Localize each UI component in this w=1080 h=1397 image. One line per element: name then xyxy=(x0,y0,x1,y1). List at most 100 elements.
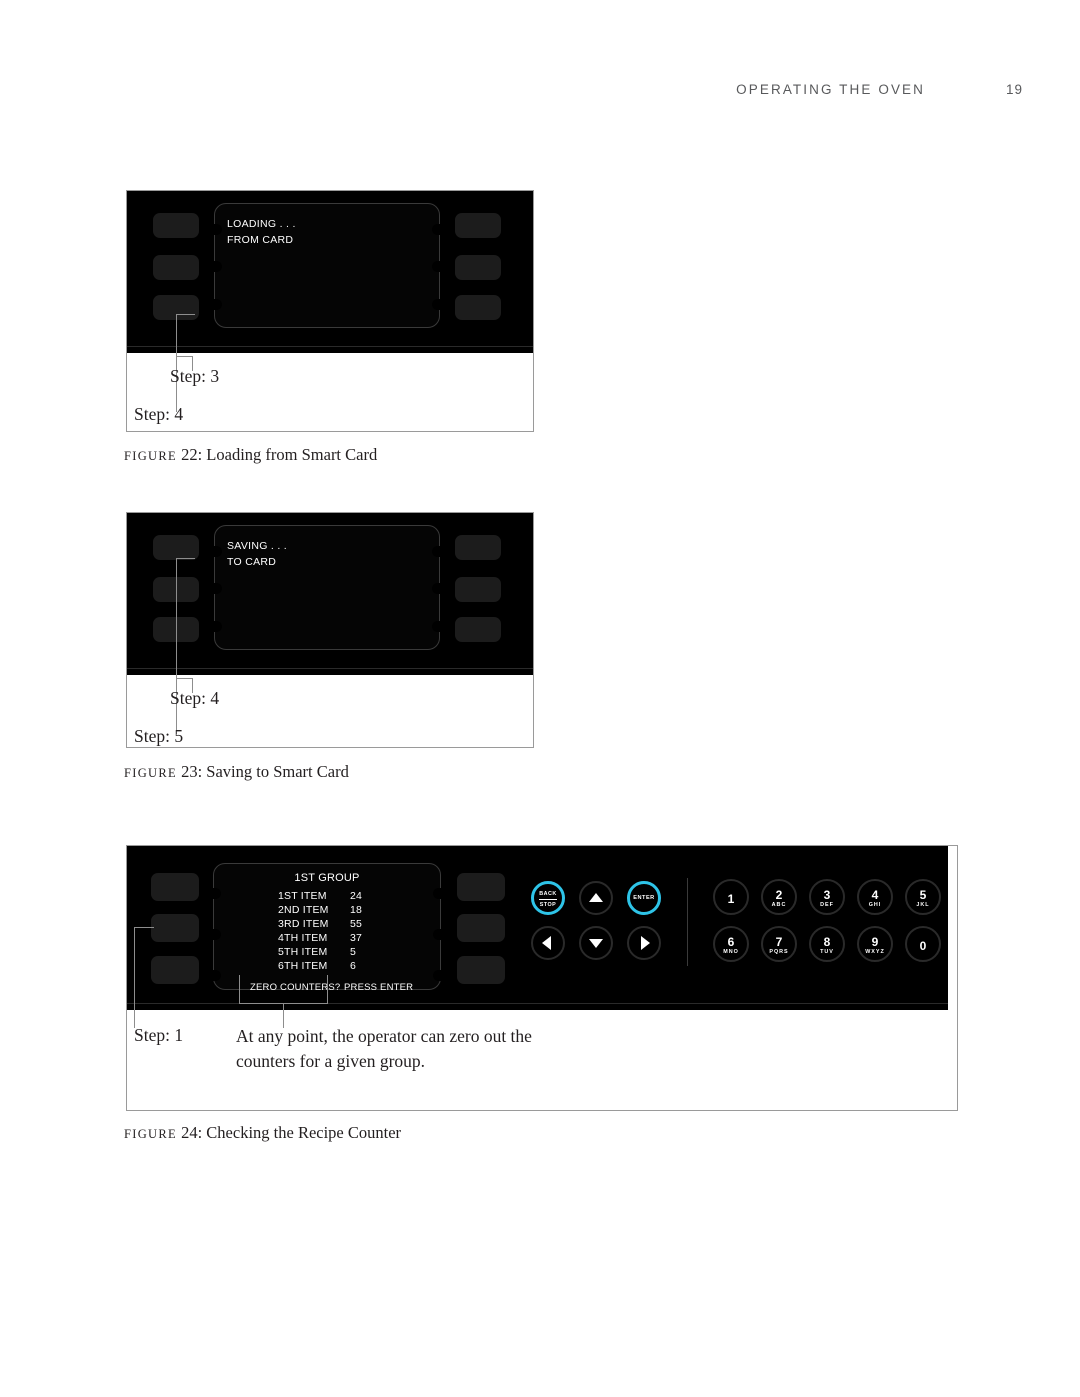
caption-prefix: FIGURE xyxy=(124,766,177,780)
softkey-left-2[interactable] xyxy=(153,255,199,280)
leader-line-step3-vertical xyxy=(176,314,177,412)
page-title: OPERATING THE OVEN xyxy=(736,82,925,97)
softkey-right-2[interactable] xyxy=(455,577,501,602)
counter-value: 5 xyxy=(350,946,357,958)
keypad-key-3[interactable]: 3 DEF xyxy=(809,879,845,915)
back-label: BACK xyxy=(539,891,557,897)
display-notch-right-1 xyxy=(433,888,441,899)
back-stop-divider xyxy=(539,899,557,900)
key-letters: TUV xyxy=(820,949,834,955)
display-notch-left-1 xyxy=(213,888,221,899)
softkey-right-1[interactable] xyxy=(455,213,501,238)
arrow-right-button[interactable] xyxy=(627,926,661,960)
display-notch-right-2 xyxy=(432,583,440,594)
figure-23: SAVING . . . TO CARD Step: 4 Step: 5 FIG… xyxy=(124,512,534,781)
figure-22-display: LOADING . . . FROM CARD xyxy=(214,203,440,328)
keypad-key-0[interactable]: 0 xyxy=(905,926,941,962)
keypad-key-8[interactable]: 8 TUV xyxy=(809,926,845,962)
leader-line-step5-horizontal xyxy=(176,678,193,679)
softkey-right-3[interactable] xyxy=(455,617,501,642)
page-number: 19 xyxy=(1006,82,1024,97)
leader-bracket-left xyxy=(239,975,240,1004)
counter-label: 6TH ITEM xyxy=(278,960,328,972)
key-letters: DEF xyxy=(820,902,834,908)
softkey-right-2[interactable] xyxy=(457,914,505,942)
leader-line-step1-vertical xyxy=(134,927,135,1028)
arrow-down-button[interactable] xyxy=(579,926,613,960)
key-number: 0 xyxy=(919,939,927,953)
counter-value: 37 xyxy=(350,932,363,944)
figure-22: LOADING . . . FROM CARD Step: 3 Step: 4 … xyxy=(124,190,534,464)
softkey-right-3[interactable] xyxy=(457,956,505,984)
key-number: 7 xyxy=(775,935,783,949)
step-label-2: Step: 4 xyxy=(134,404,184,424)
softkey-left-1[interactable] xyxy=(153,535,199,560)
arrow-down-icon xyxy=(589,939,603,948)
display-group-title: 1ST GROUP xyxy=(294,872,360,884)
leader-bracket-right xyxy=(327,975,328,1004)
softkey-left-1[interactable] xyxy=(153,213,199,238)
display-notch-left-3 xyxy=(214,621,222,632)
display-notch-right-1 xyxy=(432,224,440,235)
leader-line-step4-horizontal xyxy=(176,356,193,357)
key-letters: ABC xyxy=(771,902,787,908)
caption-number: 23: xyxy=(181,762,203,781)
softkey-left-3[interactable] xyxy=(151,956,199,984)
softkey-left-1[interactable] xyxy=(151,873,199,901)
figure-24-control-panel: 1ST GROUP 1ST ITEM 24 2ND ITEM 18 3RD IT… xyxy=(127,846,948,1010)
stop-label: STOP xyxy=(539,902,557,908)
softkey-right-3[interactable] xyxy=(455,295,501,320)
panel-divider-rule xyxy=(127,668,533,669)
softkey-right-1[interactable] xyxy=(457,873,505,901)
keypad-key-6[interactable]: 6 MNO xyxy=(713,926,749,962)
figure-23-caption: FIGURE 23: Saving to Smart Card xyxy=(124,762,349,782)
caption-prefix: FIGURE xyxy=(124,1127,177,1141)
display-notch-right-2 xyxy=(433,929,441,940)
counter-label: 1ST ITEM xyxy=(278,890,327,902)
softkey-left-2[interactable] xyxy=(151,914,199,942)
step-label-1: Step: 3 xyxy=(170,366,220,386)
arrow-left-icon xyxy=(542,936,551,950)
keypad-key-7[interactable]: 7 PQRS xyxy=(761,926,797,962)
key-number: 6 xyxy=(727,935,735,949)
caption-number: 22: xyxy=(181,445,203,464)
display-notch-left-3 xyxy=(214,299,222,310)
keypad-key-4[interactable]: 4 GHI xyxy=(857,879,893,915)
keypad-key-2[interactable]: 2 ABC xyxy=(761,879,797,915)
display-notch-left-3 xyxy=(213,970,221,981)
display-line-2: TO CARD xyxy=(227,556,277,568)
arrow-up-button[interactable] xyxy=(579,881,613,915)
figure-23-control-panel: SAVING . . . TO CARD xyxy=(127,513,533,675)
keypad-key-9[interactable]: 9 WXYZ xyxy=(857,926,893,962)
leader-line-step3-horizontal xyxy=(176,314,195,315)
enter-button[interactable]: ENTER xyxy=(627,881,661,915)
arrow-left-button[interactable] xyxy=(531,926,565,960)
display-notch-left-2 xyxy=(213,929,221,940)
display-notch-right-3 xyxy=(433,970,441,981)
display-notch-right-3 xyxy=(432,299,440,310)
counter-value: 18 xyxy=(350,904,363,916)
softkey-right-2[interactable] xyxy=(455,255,501,280)
caption-text: Checking the Recipe Counter xyxy=(206,1123,402,1142)
back-stop-button[interactable]: BACK STOP xyxy=(531,881,565,915)
display-line-1: SAVING . . . xyxy=(227,540,288,552)
display-line-2: FROM CARD xyxy=(227,234,294,246)
key-number: 3 xyxy=(823,888,831,902)
key-number: 1 xyxy=(727,892,735,906)
counter-value: 55 xyxy=(350,918,363,930)
caption-text: Saving to Smart Card xyxy=(206,762,349,781)
display-notch-right-2 xyxy=(432,261,440,272)
softkey-right-1[interactable] xyxy=(455,535,501,560)
caption-text: Loading from Smart Card xyxy=(206,445,378,464)
display-notch-right-3 xyxy=(432,621,440,632)
caption-number: 24: xyxy=(181,1123,203,1142)
figure-24-caption: FIGURE 24: Checking the Recipe Counter xyxy=(124,1123,401,1143)
display-line-1: LOADING . . . xyxy=(227,218,296,230)
keypad-key-1[interactable]: 1 xyxy=(713,879,749,915)
display-notch-right-1 xyxy=(432,546,440,557)
figure-22-caption: FIGURE 22: Loading from Smart Card xyxy=(124,445,377,465)
counter-label: 3RD ITEM xyxy=(278,918,329,930)
keypad-key-5[interactable]: 5 JKL xyxy=(905,879,941,915)
figure-24-display: 1ST GROUP 1ST ITEM 24 2ND ITEM 18 3RD IT… xyxy=(213,863,441,993)
key-number: 9 xyxy=(871,935,879,949)
